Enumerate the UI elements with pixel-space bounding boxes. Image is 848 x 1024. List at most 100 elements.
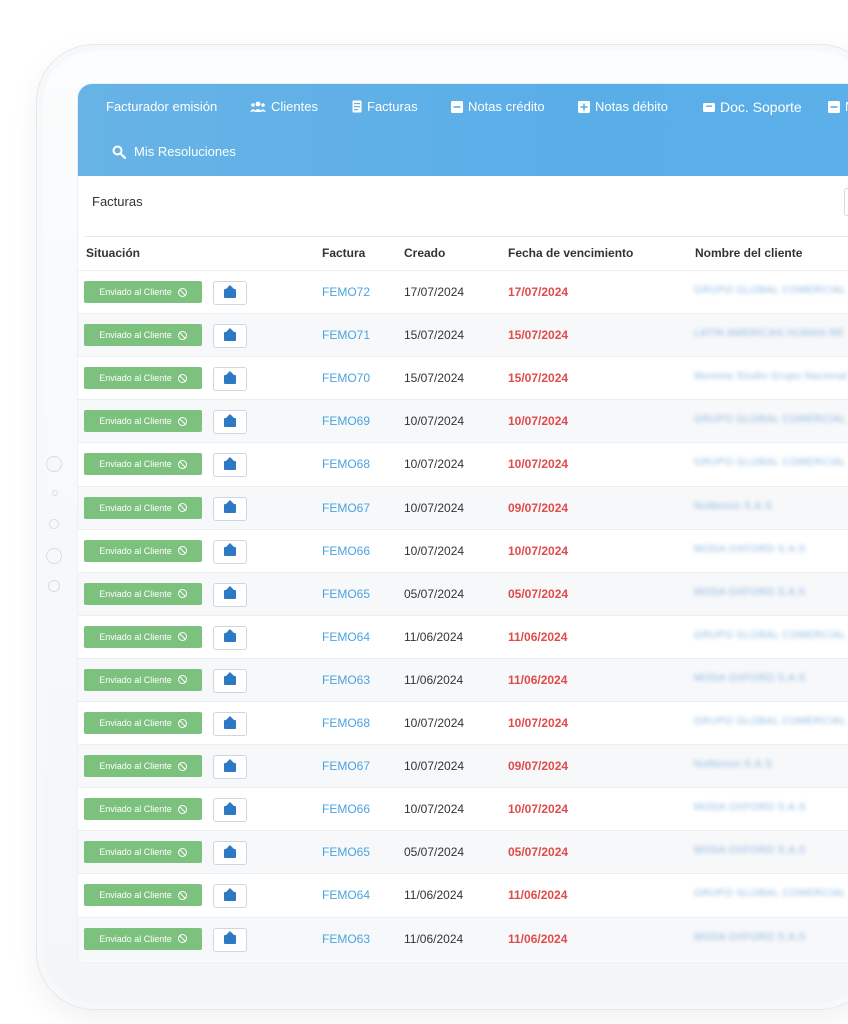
invoice-link[interactable]: FEMO70 — [322, 371, 370, 385]
table-row[interactable]: Enviado al Cliente FEMO71 15/07/2024 15/07/… — [78, 313, 848, 358]
table-row[interactable]: Enviado al Cliente FEMO70 15/07/2024 15/07/… — [78, 356, 848, 400]
nav-item-clientes[interactable]: Clientes — [250, 99, 318, 114]
invoice-link[interactable]: FEMO65 — [322, 587, 370, 601]
envelope-icon — [224, 629, 236, 643]
created-date: 11/06/2024 — [404, 931, 464, 946]
status-badge[interactable]: Enviado al Cliente — [84, 582, 202, 605]
due-date: 09/07/2024 — [508, 759, 569, 774]
send-email-button[interactable] — [213, 496, 247, 521]
status-badge[interactable]: Enviado al Cliente — [84, 798, 202, 821]
table-row[interactable]: Enviado al Cliente FEMO65 05/07/2024 05/07/… — [78, 830, 848, 875]
send-email-button[interactable] — [213, 668, 247, 693]
due-date: 10/07/2024 — [508, 716, 569, 730]
nav-item-mis-resoluciones[interactable]: Mis Resoluciones — [112, 144, 236, 159]
send-email-button[interactable] — [213, 798, 247, 823]
status-badge[interactable]: Enviado al Cliente — [84, 884, 202, 907]
invoice-link[interactable]: FEMO66 — [322, 802, 370, 816]
table-row[interactable]: Enviado al Cliente FEMO68 10/07/2024 10/07/… — [78, 442, 848, 486]
status-badge[interactable]: Enviado al Cliente — [84, 927, 202, 950]
status-badge[interactable]: Enviado al Cliente — [84, 755, 202, 778]
side-button — [46, 456, 62, 472]
invoice-link[interactable]: FEMO64 — [322, 630, 370, 644]
table-row[interactable]: Enviado al Cliente FEMO65 05/07/2024 05/07/… — [78, 571, 848, 616]
due-date: 10/07/2024 — [508, 802, 569, 817]
invoice-link[interactable]: FEMO66 — [322, 544, 370, 558]
column-header-factura[interactable]: Factura — [322, 246, 365, 260]
column-header-situacion[interactable]: Situación — [86, 246, 140, 260]
send-email-button[interactable] — [213, 539, 247, 564]
toolbar-button[interactable] — [844, 188, 848, 216]
invoice-link[interactable]: FEMO72 — [322, 285, 370, 299]
invoice-link[interactable]: FEMO71 — [322, 328, 370, 342]
send-email-button[interactable] — [213, 367, 247, 392]
column-header-nombre-cliente[interactable]: Nombre del cliente — [695, 246, 802, 260]
envelope-icon — [224, 327, 236, 341]
client-name: MODA OXFORD S.A.S — [694, 586, 806, 598]
table-row[interactable]: Enviado al Cliente FEMO64 11/06/2024 11/06/… — [78, 614, 848, 659]
table-row[interactable]: Enviado al Cliente FEMO72 17/07/2024 17/07/… — [78, 270, 848, 314]
invoice-link[interactable]: FEMO64 — [322, 888, 370, 902]
created-date: 10/07/2024 — [404, 802, 465, 817]
invoice-link[interactable]: FEMO68 — [322, 457, 370, 471]
status-badge[interactable]: Enviado al Cliente — [84, 324, 202, 347]
table-row[interactable]: Enviado al Cliente FEMO67 10/07/2024 09/07/… — [78, 744, 848, 789]
status-badge[interactable]: Enviado al Cliente — [84, 539, 202, 562]
status-badge[interactable]: Enviado al Cliente — [84, 668, 202, 691]
created-date: 05/07/2024 — [404, 845, 465, 860]
invoice-link[interactable]: FEMO69 — [322, 414, 370, 428]
invoice-link[interactable]: FEMO63 — [322, 673, 370, 687]
table-row[interactable]: Enviado al Cliente FEMO64 11/06/2024 11/06/… — [78, 873, 848, 917]
due-date: 09/07/2024 — [508, 500, 569, 515]
table-row[interactable]: Enviado al Cliente FEMO67 10/07/2024 09/07/… — [78, 485, 848, 530]
send-email-button[interactable] — [213, 841, 247, 866]
status-badge[interactable]: Enviado al Cliente — [84, 625, 202, 648]
status-badge[interactable]: Enviado al Cliente — [84, 367, 202, 390]
status-badge[interactable]: Enviado al Cliente — [84, 496, 202, 519]
status-badge[interactable]: Enviado al Cliente — [84, 281, 202, 303]
send-email-button[interactable] — [213, 281, 247, 305]
send-email-button[interactable] — [213, 582, 247, 607]
invoice-link[interactable]: FEMO65 — [322, 845, 370, 859]
table-row[interactable]: Enviado al Cliente FEMO63 11/06/2024 11/06/… — [78, 916, 848, 961]
status-badge[interactable]: Enviado al Cliente — [84, 712, 202, 734]
column-header-fecha-vencimiento[interactable]: Fecha de vencimiento — [508, 246, 633, 260]
table-row[interactable]: Enviado al Cliente FEMO68 10/07/2024 10/07/… — [78, 701, 848, 745]
status-label: Enviado al Cliente — [99, 761, 172, 772]
status-badge[interactable]: Enviado al Cliente — [84, 841, 202, 864]
status-badge[interactable]: Enviado al Cliente — [84, 453, 202, 476]
envelope-icon — [224, 844, 236, 858]
send-email-button[interactable] — [213, 927, 247, 952]
table-row[interactable]: Enviado al Cliente FEMO63 11/06/2024 11/06/… — [78, 657, 848, 702]
table-row[interactable]: Enviado al Cliente FEMO66 10/07/2024 10/07/… — [78, 528, 848, 573]
nav-item-doc-soporte[interactable]: Doc. Soporte — [703, 99, 802, 115]
ban-icon — [177, 632, 187, 642]
envelope-icon — [224, 284, 236, 298]
invoice-link[interactable]: FEMO67 — [322, 759, 370, 773]
nav-item-facturador-emision[interactable]: Facturador emisión — [106, 99, 217, 114]
nav-item-facturas[interactable]: Facturas — [352, 99, 418, 114]
send-email-button[interactable] — [213, 712, 247, 736]
column-header-creado[interactable]: Creado — [404, 246, 445, 260]
send-email-button[interactable] — [213, 884, 247, 909]
due-date: 11/06/2024 — [508, 672, 568, 687]
send-email-button[interactable] — [213, 625, 247, 650]
nav-item-more[interactable]: N — [828, 99, 848, 114]
nav-item-notas-credito[interactable]: Notas crédito — [451, 99, 545, 114]
invoice-link[interactable]: FEMO68 — [322, 716, 370, 730]
send-email-button[interactable] — [213, 755, 247, 780]
status-label: Enviado al Cliente — [99, 416, 172, 427]
envelope-icon — [224, 801, 236, 815]
table-row[interactable]: Enviado al Cliente FEMO66 10/07/2024 10/07/… — [78, 787, 848, 831]
send-email-button[interactable] — [213, 453, 247, 478]
invoice-link[interactable]: FEMO63 — [322, 932, 370, 946]
table-row[interactable]: Enviado al Cliente FEMO69 10/07/2024 10/07/… — [78, 399, 848, 444]
table-header-divider — [84, 236, 848, 237]
send-email-button[interactable] — [213, 324, 247, 349]
status-badge[interactable]: Enviado al Cliente — [84, 410, 202, 433]
send-email-button[interactable] — [213, 410, 247, 435]
invoice-link[interactable]: FEMO67 — [322, 501, 370, 515]
created-date: 10/07/2024 — [404, 457, 465, 472]
status-label: Enviado al Cliente — [99, 459, 172, 470]
page-title: Facturas — [92, 194, 143, 209]
nav-item-notas-debito[interactable]: Notas débito — [578, 99, 668, 114]
